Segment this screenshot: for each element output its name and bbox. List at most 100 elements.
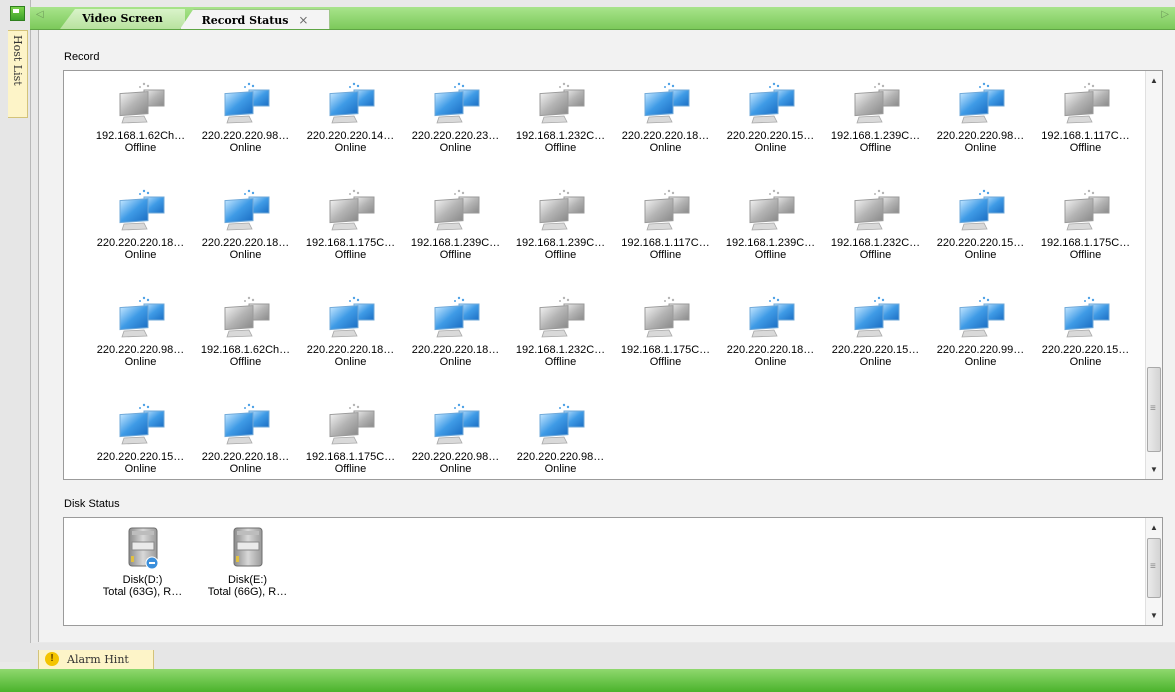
disk-item[interactable]: Disk(E:) Total (66G), R… — [195, 526, 300, 598]
host-name: 220.220.220.15… — [936, 237, 1025, 249]
computer-online-icon — [429, 81, 483, 125]
host-item[interactable]: 192.168.1.232C… Offline — [508, 79, 613, 186]
host-name: 220.220.220.15… — [1041, 344, 1130, 356]
host-item[interactable]: 192.168.1.175C… Offline — [298, 186, 403, 293]
host-status: Online — [964, 356, 997, 368]
disk-scroll-up-icon[interactable]: ▲ — [1150, 523, 1158, 532]
host-name: 220.220.220.18… — [201, 451, 290, 463]
host-status: Online — [754, 142, 787, 154]
computer-online-icon — [429, 402, 483, 446]
host-item[interactable]: 192.168.1.232C… Offline — [823, 186, 928, 293]
hard-disk-icon — [123, 526, 163, 570]
host-status: Online — [229, 249, 262, 261]
alarm-hint-label: Alarm Hint — [67, 653, 129, 666]
record-scrollbar[interactable]: ▲ ▼ — [1145, 71, 1162, 479]
host-item[interactable]: 192.168.1.232C… Offline — [508, 293, 613, 400]
disk-name: Disk(E:) — [227, 574, 268, 586]
host-item[interactable]: 220.220.220.15… Online — [1033, 293, 1138, 400]
host-name: 192.168.1.117C… — [1041, 130, 1130, 142]
host-item[interactable]: 192.168.1.239C… Offline — [403, 186, 508, 293]
host-item[interactable]: 220.220.220.14… Online — [298, 79, 403, 186]
host-name: 220.220.220.98… — [936, 130, 1025, 142]
computer-offline-icon — [324, 402, 378, 446]
disk-scrollbar[interactable]: ▲ ▼ — [1145, 518, 1162, 625]
record-section-label: Record — [64, 51, 100, 63]
host-item[interactable]: 220.220.220.98… Online — [928, 79, 1033, 186]
warning-icon: ! — [45, 652, 59, 666]
host-item[interactable]: 220.220.220.15… Online — [823, 293, 928, 400]
host-item[interactable]: 220.220.220.18… Online — [193, 400, 298, 479]
host-status: Offline — [439, 249, 472, 261]
host-item[interactable]: 220.220.220.98… Online — [403, 400, 508, 479]
record-scroll-thumb[interactable] — [1147, 367, 1161, 452]
host-name: 220.220.220.18… — [411, 344, 500, 356]
host-item[interactable]: 220.220.220.18… Online — [88, 186, 193, 293]
computer-offline-icon — [849, 188, 903, 232]
disk-scroll-thumb[interactable] — [1147, 538, 1161, 598]
tab-bar: ◁ Video Screen Record Status × ▷ — [30, 7, 1175, 30]
host-item[interactable]: 192.168.1.175C… Offline — [1033, 186, 1138, 293]
host-item[interactable]: 192.168.1.175C… Offline — [613, 293, 718, 400]
host-item[interactable]: 220.220.220.98… Online — [88, 293, 193, 400]
tab-close-icon[interactable]: × — [298, 13, 308, 27]
computer-offline-icon — [744, 188, 798, 232]
host-list-label: Host List — [11, 35, 24, 86]
host-name: 192.168.1.175C… — [305, 451, 396, 463]
disk-scroll-down-icon[interactable]: ▼ — [1150, 611, 1158, 620]
host-status: Online — [124, 356, 157, 368]
host-status: Online — [754, 356, 787, 368]
host-item[interactable]: 220.220.220.18… Online — [403, 293, 508, 400]
host-status: Offline — [649, 356, 682, 368]
host-item[interactable]: 192.168.1.175C… Offline — [298, 400, 403, 479]
host-item[interactable]: 192.168.1.117C… Offline — [1033, 79, 1138, 186]
host-item[interactable]: 220.220.220.15… Online — [928, 186, 1033, 293]
host-item[interactable]: 220.220.220.98… Online — [508, 400, 613, 479]
host-status: Online — [229, 142, 262, 154]
computer-online-icon — [429, 295, 483, 339]
computer-offline-icon — [324, 188, 378, 232]
host-item[interactable]: 220.220.220.18… Online — [718, 293, 823, 400]
computer-online-icon — [114, 402, 168, 446]
scroll-down-icon[interactable]: ▼ — [1150, 465, 1158, 474]
host-item[interactable]: 220.220.220.15… Online — [718, 79, 823, 186]
computer-online-icon — [114, 295, 168, 339]
host-status: Online — [229, 463, 262, 475]
host-item[interactable]: 192.168.1.239C… Offline — [823, 79, 928, 186]
host-status: Online — [964, 249, 997, 261]
tab-video-screen[interactable]: Video Screen — [60, 9, 185, 29]
host-name: 192.168.1.62Ch… — [95, 130, 186, 142]
host-status: Offline — [859, 142, 892, 154]
host-item[interactable]: 192.168.1.62Ch… Offline — [88, 79, 193, 186]
host-item[interactable]: 220.220.220.18… Online — [613, 79, 718, 186]
host-name: 220.220.220.98… — [516, 451, 605, 463]
host-item[interactable]: 192.168.1.239C… Offline — [508, 186, 613, 293]
computer-offline-icon — [534, 81, 588, 125]
computer-online-icon — [219, 188, 273, 232]
alarm-hint-tab[interactable]: ! Alarm Hint — [38, 650, 154, 670]
host-item[interactable]: 192.168.1.117C… Offline — [613, 186, 718, 293]
tab-record-status[interactable]: Record Status × — [180, 9, 330, 29]
disk-total: Total (66G), R… — [207, 586, 288, 598]
host-status: Online — [439, 356, 472, 368]
tab-video-screen-label: Video Screen — [82, 12, 163, 25]
host-grid: 192.168.1.62Ch… Offline 220.220.220.98… On… — [64, 71, 1138, 479]
host-name: 220.220.220.99… — [936, 344, 1025, 356]
host-item[interactable]: 220.220.220.98… Online — [193, 79, 298, 186]
host-name: 192.168.1.239C… — [830, 130, 921, 142]
host-name: 192.168.1.175C… — [620, 344, 711, 356]
host-status: Online — [334, 356, 367, 368]
host-item[interactable]: 220.220.220.18… Online — [193, 186, 298, 293]
host-item[interactable]: 192.168.1.62Ch… Offline — [193, 293, 298, 400]
host-list-tab[interactable]: Host List — [8, 30, 28, 118]
host-item[interactable]: 192.168.1.239C… Offline — [718, 186, 823, 293]
computer-online-icon — [114, 188, 168, 232]
tab-scroll-left-icon[interactable]: ◁ — [36, 9, 44, 20]
host-item[interactable]: 220.220.220.18… Online — [298, 293, 403, 400]
tab-scroll-right-icon[interactable]: ▷ — [1161, 9, 1169, 20]
host-item[interactable]: 220.220.220.23… Online — [403, 79, 508, 186]
host-item[interactable]: 220.220.220.15… Online — [88, 400, 193, 479]
host-item[interactable]: 220.220.220.99… Online — [928, 293, 1033, 400]
disk-item[interactable]: Disk(D:) Total (63G), R… — [90, 526, 195, 598]
scroll-up-icon[interactable]: ▲ — [1150, 76, 1158, 85]
host-status: Online — [334, 142, 367, 154]
